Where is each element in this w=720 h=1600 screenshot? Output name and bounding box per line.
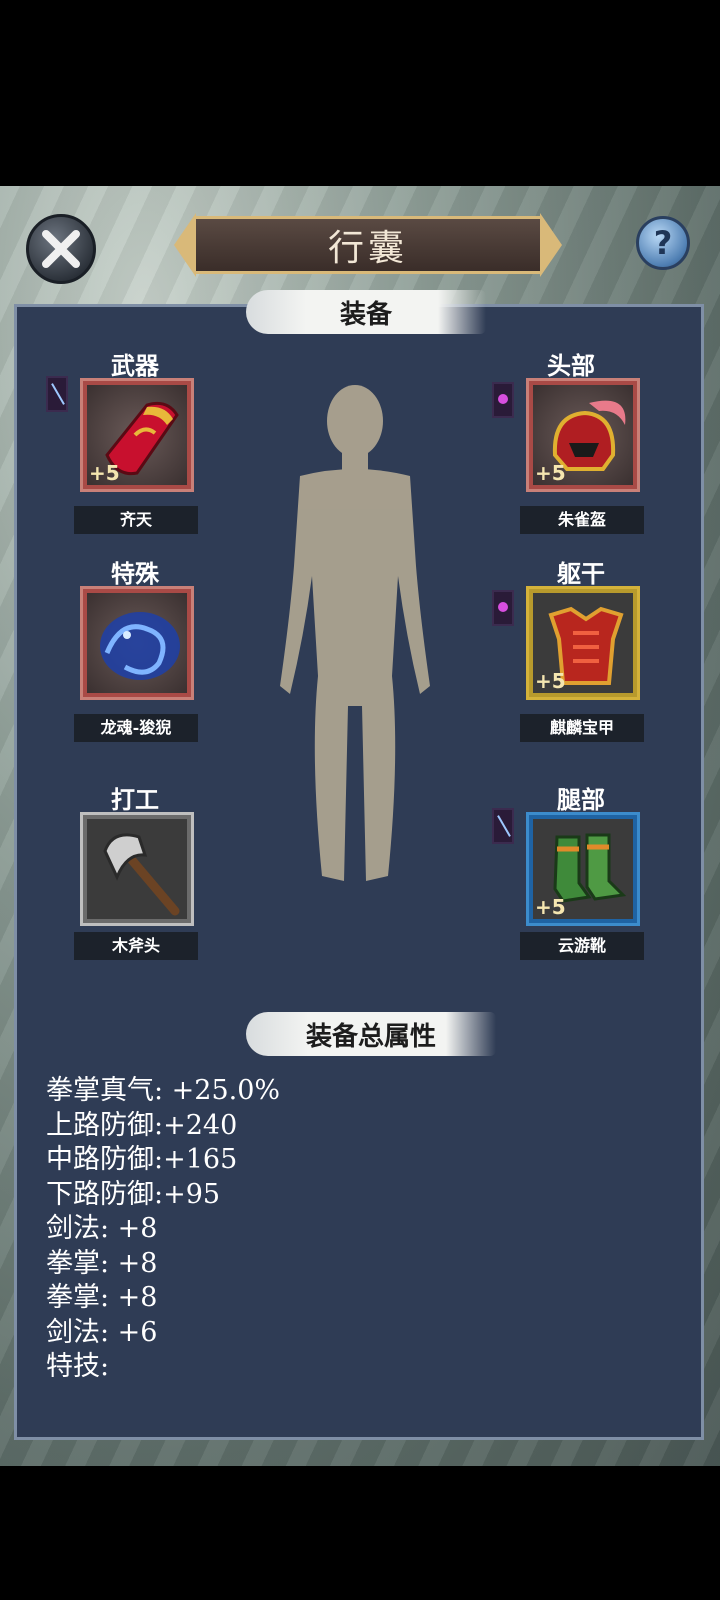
slot-torso[interactable]: +5 [526, 586, 640, 700]
stat-line: 剑法: +8 [46, 1213, 158, 1244]
equipment-section-title: 装备 [246, 290, 486, 334]
slot-name-legs: 云游靴 [520, 932, 644, 960]
slot-label-special: 特殊 [111, 559, 159, 588]
body-silhouette [280, 385, 430, 881]
slot-label-head: 头部 [547, 351, 595, 380]
stat-line: 剑法: +6 [46, 1316, 158, 1348]
slot-label-torso: 躯干 [557, 559, 605, 588]
dragon-soul-icon [100, 612, 180, 680]
help-icon: ? [653, 224, 673, 262]
stats-list: 拳掌真气: +25.0% 上路防御:+240 中路防御:+165 下路防御:+9… [30, 1074, 680, 1424]
slot-special[interactable] [80, 586, 194, 700]
slot-name-head: 朱雀盔 [520, 506, 644, 534]
close-icon [42, 230, 80, 268]
slot-label-legs: 腿部 [557, 785, 605, 814]
slot-label-weapon: 武器 [111, 351, 159, 380]
slot-name-torso: 麒麟宝甲 [520, 714, 644, 742]
slot-weapon[interactable]: +5 [80, 378, 194, 492]
enhance-level: +5 [535, 669, 566, 693]
slot-label-work: 打工 [111, 785, 159, 814]
slot-name-work: 木斧头 [74, 932, 198, 960]
slot-head[interactable]: +5 [526, 378, 640, 492]
slot-work[interactable] [80, 812, 194, 926]
stat-line: 拳掌: +8 [46, 1282, 158, 1313]
slot-name-special: 龙魂-狻猊 [74, 714, 198, 742]
stat-line: 中路防御:+165 [46, 1144, 238, 1175]
slot-legs[interactable]: +5 [526, 812, 640, 926]
gem-purple-icon[interactable] [492, 590, 514, 626]
gem-purple-icon[interactable] [492, 382, 514, 418]
slot-name-weapon: 齐天 [74, 506, 198, 534]
enhance-level: +5 [89, 461, 120, 485]
page-title: 行囊 [174, 213, 562, 277]
stat-line: 上路防御:+240 [46, 1109, 238, 1141]
gem-sword-icon[interactable] [46, 376, 68, 412]
stats-section-title: 装备总属性 [246, 1012, 496, 1056]
gem-sword-icon[interactable] [492, 808, 514, 844]
close-button[interactable] [26, 214, 96, 284]
stat-line: 下路防御:+95 [46, 1178, 221, 1210]
enhance-level: +5 [535, 895, 566, 919]
stat-line: 拳掌: +8 [46, 1247, 158, 1279]
page-title-text: 行囊 [327, 228, 408, 269]
stat-line: 拳掌真气: +25.0% [46, 1075, 281, 1106]
enhance-level: +5 [535, 461, 566, 485]
help-button[interactable]: ? [636, 216, 690, 270]
wood-axe-icon [103, 833, 180, 916]
stat-line: 特技: [46, 1351, 110, 1382]
